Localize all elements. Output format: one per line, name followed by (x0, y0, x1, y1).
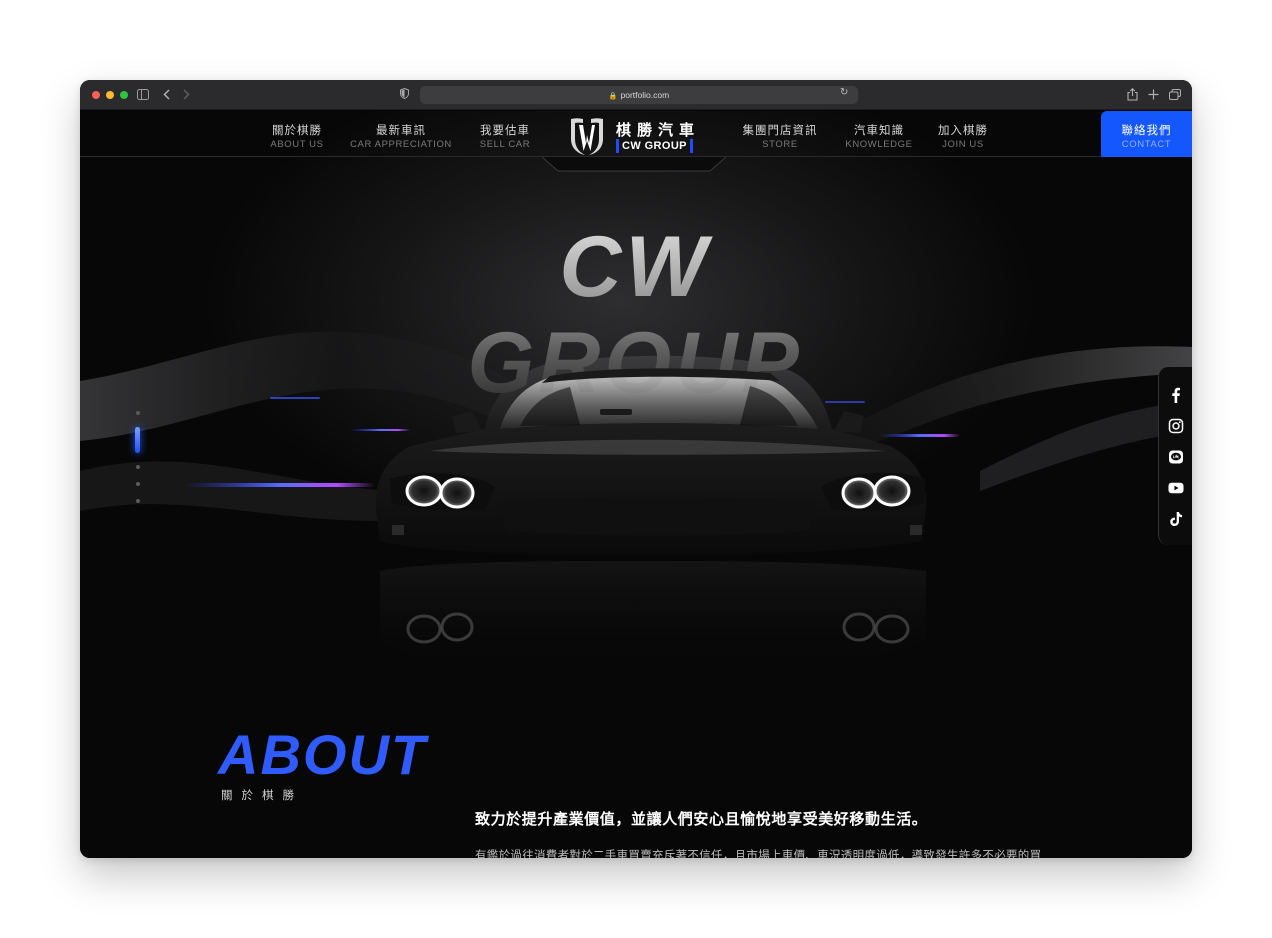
nav-label-zh: 最新車訊 (376, 123, 426, 137)
window-controls (92, 91, 128, 99)
website-viewport: CW GROUP 關於棋勝 ABOUT US 最新車訊 CAR APPRECIA… (80, 111, 1192, 858)
instagram-icon[interactable] (1168, 418, 1184, 434)
nav-label-en: ABOUT US (270, 139, 324, 150)
logo-text-zh: 棋勝汽車 (616, 121, 701, 139)
slide-dot[interactable] (136, 465, 140, 469)
nav-label-en: SELL CAR (479, 139, 531, 150)
lock-icon: 🔒 (608, 93, 618, 100)
new-tab-icon[interactable] (1148, 89, 1159, 100)
slide-dot-active[interactable] (135, 427, 140, 453)
back-icon[interactable] (163, 89, 170, 100)
nav-label-en: KNOWLEDGE (845, 139, 913, 150)
about-body-text: 有鑑於過往消費者對於二手車買賣充斥著不信任，且市場上車價、車況透明度過低，導致發… (475, 848, 1042, 858)
contact-label-en: CONTACT (1121, 139, 1172, 150)
tiktok-icon[interactable] (1168, 511, 1184, 527)
nav-label-zh: 集團門店資訊 (742, 123, 818, 137)
tab-overview-icon[interactable] (1169, 89, 1181, 100)
slide-dot[interactable] (136, 482, 140, 486)
cw-shield-logo-icon[interactable] (565, 115, 609, 159)
nav-label-zh: 我要估車 (480, 123, 530, 137)
main-navigation: 關於棋勝 ABOUT US 最新車訊 CAR APPRECIATION 我要估車… (80, 111, 1192, 172)
about-heading: ABOUT (218, 723, 428, 786)
nav-sell-car[interactable]: 我要估車 SELL CAR (472, 123, 538, 152)
nav-label-en: JOIN US (942, 139, 984, 150)
contact-button[interactable]: 聯絡我們 CONTACT (1101, 111, 1192, 157)
nav-about-us[interactable]: 關於棋勝 ABOUT US (264, 123, 330, 152)
nav-join-us[interactable]: 加入棋勝 JOIN US (930, 123, 996, 152)
nav-label-zh: 加入棋勝 (938, 123, 988, 137)
nav-knowledge[interactable]: 汽車知識 KNOWLEDGE (840, 123, 918, 152)
youtube-icon[interactable] (1168, 480, 1184, 496)
logo-text-en: CW GROUP (616, 139, 693, 153)
nav-label-zh: 汽車知識 (854, 123, 904, 137)
hero-slide-pagination (134, 411, 144, 511)
contact-label-zh: 聯絡我們 (1121, 123, 1172, 137)
facebook-icon[interactable] (1168, 387, 1184, 403)
reload-icon[interactable]: ↻ (840, 87, 848, 98)
hero-title: CW GROUP (390, 219, 880, 411)
sidebar-toggle-icon[interactable] (137, 89, 149, 100)
browser-toolbar: 🔒 portfolio.com ↻ (80, 80, 1192, 110)
privacy-shield-icon[interactable] (400, 88, 409, 99)
hero-car-image (80, 331, 1192, 681)
nav-store[interactable]: 集團門店資訊 STORE (734, 123, 826, 152)
slide-dot[interactable] (136, 411, 140, 415)
social-sidebar (1158, 367, 1192, 545)
url-text: portfolio.com (620, 90, 670, 100)
nav-label-en: CAR APPRECIATION (350, 139, 452, 150)
share-icon[interactable] (1127, 88, 1138, 101)
nav-label-en: STORE (762, 139, 798, 150)
browser-window: 🔒 portfolio.com ↻ CW GROUP 關於棋勝 ABOUT US… (80, 80, 1192, 858)
nav-label-zh: 關於棋勝 (272, 123, 322, 137)
slide-dot[interactable] (136, 499, 140, 503)
line-icon[interactable] (1168, 449, 1184, 465)
close-window-button[interactable] (92, 91, 100, 99)
minimize-window-button[interactable] (106, 91, 114, 99)
about-headline: 致力於提升產業價值，並讓人們安心且愉悅地享受美好移動生活。 (475, 810, 928, 828)
about-subheading: 關於棋勝 (221, 788, 303, 802)
forward-icon[interactable] (183, 89, 190, 100)
zoom-window-button[interactable] (120, 91, 128, 99)
nav-car-appreciation[interactable]: 最新車訊 CAR APPRECIATION (346, 123, 456, 152)
address-bar[interactable]: 🔒 portfolio.com (420, 86, 858, 104)
